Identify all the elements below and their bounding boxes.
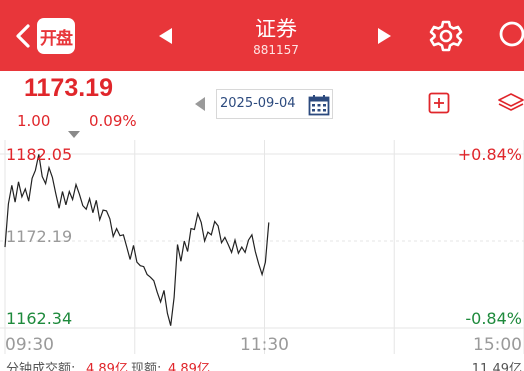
y-label-low-pct: -0.84% [465, 309, 522, 328]
gear-icon[interactable] [428, 18, 464, 54]
triangle-right-icon[interactable] [374, 26, 394, 46]
current-amount-value: 4.89亿 [168, 362, 210, 371]
page-title: 证券 [255, 17, 297, 41]
x-tick-open: 09:30 [5, 335, 54, 355]
current-amount-label: 现额: [131, 362, 162, 371]
open-market-label: 开盘 [40, 28, 73, 49]
dropdown-triangle-icon[interactable] [67, 130, 81, 139]
calendar-icon[interactable] [308, 94, 330, 116]
date-value: 2025-09-04 [220, 96, 296, 111]
y-label-low: 1162.34 [6, 309, 73, 328]
date-prev-icon[interactable] [193, 96, 207, 112]
y-label-high-pct: +0.84% [457, 145, 522, 164]
chevron-left-icon[interactable] [10, 22, 38, 50]
intraday-chart[interactable] [0, 140, 524, 354]
x-tick-midday: 11:30 [240, 335, 289, 355]
x-tick-close: 15:00 [473, 335, 522, 355]
y-label-high: 1182.05 [6, 145, 73, 164]
turnover-value: 4.89亿 [86, 362, 128, 371]
open-market-badge[interactable]: 开盘 [37, 18, 75, 54]
turnover-row: 分钟成交额: 4.89亿 现额: 4.89亿 11.49亿 [0, 358, 524, 371]
add-icon[interactable] [428, 92, 450, 114]
volume-axis-max: 11.49亿 [471, 362, 522, 371]
date-selector[interactable]: 2025-09-04 [216, 89, 333, 119]
y-label-prev-close: 1172.19 [6, 227, 73, 246]
turnover-label: 分钟成交额: [6, 362, 76, 371]
search-icon[interactable] [496, 18, 524, 54]
price-change-percent: 0.09% [89, 112, 137, 130]
current-price: 1173.19 [24, 74, 113, 102]
layers-icon[interactable] [497, 92, 524, 116]
price-change: 1.00 [17, 112, 51, 130]
header-bar: 开盘 证券 881157 [0, 0, 524, 71]
triangle-left-icon[interactable] [156, 26, 176, 46]
chart-grid [0, 140, 524, 354]
stock-code: 881157 [253, 43, 299, 57]
